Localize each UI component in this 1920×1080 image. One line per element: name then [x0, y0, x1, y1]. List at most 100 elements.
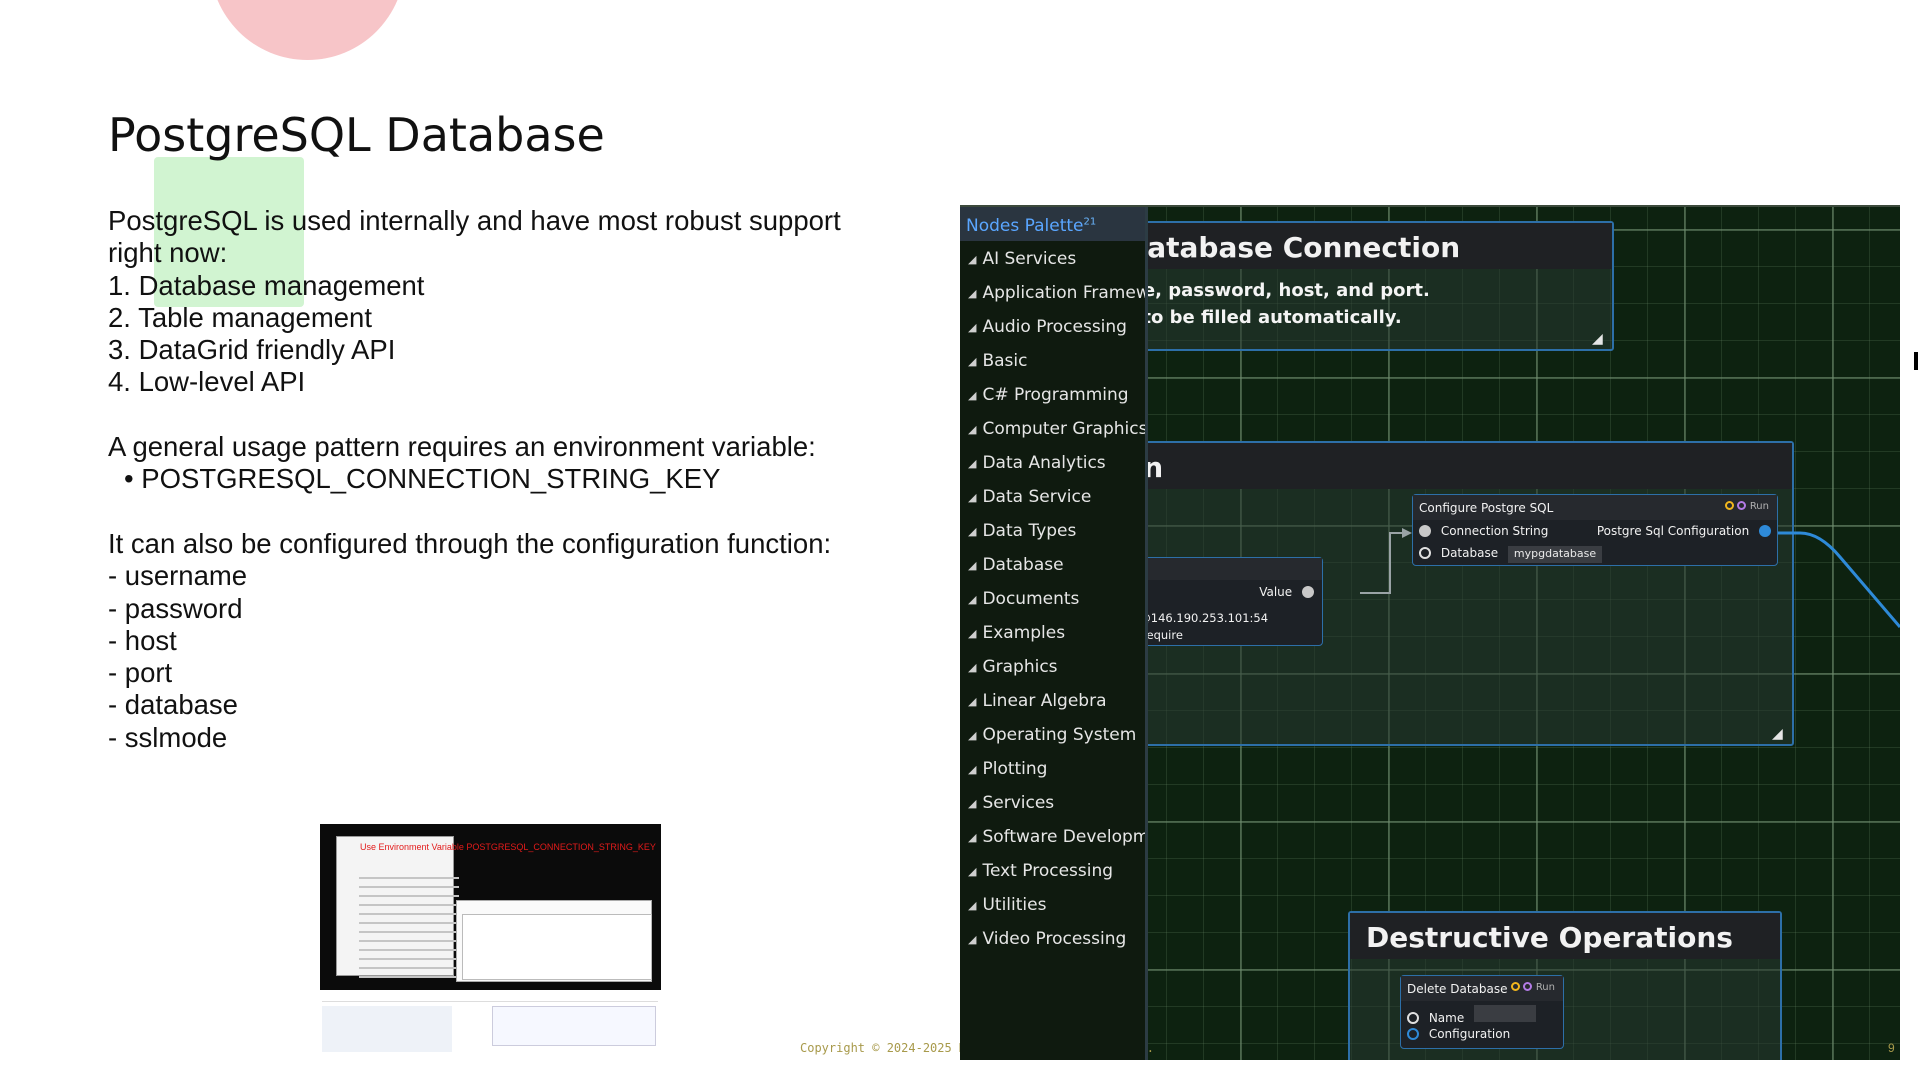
- thumbnail-screenshot: Use Environment Variable POSTGRESQL_CONN…: [320, 824, 661, 1056]
- expand-triangle-icon[interactable]: ◢: [968, 491, 976, 504]
- env-intro: A general usage pattern requires an envi…: [108, 431, 816, 463]
- expand-triangle-icon[interactable]: ◢: [968, 559, 976, 572]
- run-label: Run: [1535, 982, 1555, 993]
- palette-item-label: Examples: [982, 623, 1066, 643]
- palette-item-label: Video Processing: [982, 929, 1127, 949]
- expand-triangle-icon[interactable]: ◢: [968, 593, 976, 606]
- expand-triangle-icon[interactable]: ◢: [968, 763, 976, 776]
- expand-triangle-icon[interactable]: ◢: [968, 321, 976, 334]
- output-port-icon[interactable]: [1302, 586, 1314, 598]
- input-port-icon[interactable]: [1407, 1028, 1419, 1040]
- node-title: Configure Postgre SQL: [1419, 501, 1554, 515]
- expand-triangle-icon[interactable]: ◢: [968, 457, 976, 470]
- exec-in-port-icon[interactable]: [1510, 982, 1520, 991]
- name-field[interactable]: [1474, 1005, 1537, 1022]
- config-intro: It can also be configured through the co…: [108, 527, 832, 559]
- palette-item-label: Linear Algebra: [982, 691, 1107, 711]
- palette-item-database[interactable]: ◢ Database: [960, 547, 1145, 581]
- node-configure-postgre-sql[interactable]: Configure Postgre SQL Run Connection Str…: [1412, 494, 1778, 566]
- palette-item-label: AI Services: [982, 249, 1077, 269]
- output-port-icon[interactable]: [1759, 525, 1771, 537]
- palette-item-data-types[interactable]: ◢ Data Types: [960, 513, 1145, 547]
- thumbnail-dialog-inner: [462, 914, 652, 980]
- expand-triangle-icon[interactable]: ◢: [968, 253, 976, 266]
- connection-wire: [1360, 532, 1408, 594]
- palette-item-utilities[interactable]: ◢ Utilities: [960, 887, 1145, 921]
- node-header: Delete Database Run: [1401, 976, 1563, 1001]
- body-line: PostgreSQL is used internally and have m…: [108, 205, 841, 236]
- node-header: Configure Postgre SQL Run: [1413, 495, 1777, 520]
- palette-item-label: Data Service: [982, 487, 1092, 507]
- config-item: - database: [108, 689, 238, 721]
- palette-item-label: Computer Graphics: [982, 419, 1145, 439]
- node-title: Delete Database: [1407, 982, 1508, 996]
- env-bullet: • POSTGRESQL_CONNECTION_STRING_KEY: [124, 463, 721, 495]
- exec-out-port-icon[interactable]: [1522, 982, 1532, 991]
- expand-triangle-icon[interactable]: ◢: [968, 831, 976, 844]
- config-item: - username: [108, 560, 248, 592]
- edge-mark: [1914, 352, 1918, 370]
- palette-item-data-analytics[interactable]: ◢ Data Analytics: [960, 445, 1145, 479]
- palette-item-text-processing[interactable]: ◢ Text Processing: [960, 853, 1145, 887]
- palette-item-services[interactable]: ◢ Services: [960, 785, 1145, 819]
- expand-triangle-icon[interactable]: ◢: [968, 287, 976, 300]
- palette-item-csharp-programming[interactable]: ◢ C# Programming: [960, 377, 1145, 411]
- input-port-icon[interactable]: [1419, 525, 1431, 537]
- input-port-icon[interactable]: [1419, 547, 1431, 559]
- exec-out-port-icon[interactable]: [1736, 501, 1746, 510]
- palette-item-software-development[interactable]: ◢ Software Development: [960, 819, 1145, 853]
- config-item: - sslmode: [108, 721, 228, 753]
- palette-item-application-framework[interactable]: ◢ Application Framework: [960, 275, 1145, 309]
- expand-triangle-icon[interactable]: ◢: [968, 865, 976, 878]
- palette-item-label: C# Programming: [982, 385, 1129, 405]
- thumbnail-window: [336, 836, 459, 978]
- expand-triangle-icon[interactable]: ◢: [968, 627, 976, 640]
- palette-item-operating-system[interactable]: ◢ Operating System: [960, 717, 1145, 751]
- palette-item-ai-services[interactable]: ◢ AI Services: [960, 241, 1145, 275]
- thumbnail-panel: [322, 1006, 452, 1052]
- palette-item-computer-graphics[interactable]: ◢ Computer Graphics: [960, 411, 1145, 445]
- expand-triangle-icon[interactable]: ◢: [968, 389, 976, 402]
- palette-item-label: Data Analytics: [982, 453, 1106, 473]
- expand-triangle-icon[interactable]: ◢: [968, 729, 976, 742]
- nodes-palette: Nodes Palette21 ◢ AI Services ◢ Applicatio…: [960, 207, 1148, 1060]
- palette-item-examples[interactable]: ◢ Examples: [960, 615, 1145, 649]
- expand-triangle-icon[interactable]: ◢: [968, 797, 976, 810]
- palette-item-basic[interactable]: ◢ Basic: [960, 343, 1145, 377]
- input-row-connection-string: Connection String Postgre Sql Configurat…: [1413, 520, 1777, 542]
- palette-item-linear-algebra[interactable]: ◢ Linear Algebra: [960, 683, 1145, 717]
- palette-item-video-processing[interactable]: ◢ Video Processing: [960, 921, 1145, 955]
- expand-triangle-icon[interactable]: ◢: [968, 661, 976, 674]
- run-label: Run: [1749, 501, 1769, 512]
- palette-item-label: Text Processing: [982, 861, 1114, 881]
- wire-arrow: [1402, 528, 1412, 538]
- exec-in-port-icon[interactable]: [1724, 501, 1734, 510]
- expand-triangle-icon[interactable]: ◢: [968, 423, 976, 436]
- expand-triangle-icon[interactable]: ◢: [968, 695, 976, 708]
- node-delete-database[interactable]: Delete Database Run Name Configuration: [1400, 975, 1564, 1049]
- feature-item: 4. Low-level API: [108, 366, 306, 398]
- palette-item-label: Application Framework: [982, 283, 1145, 303]
- palette-item-label: Software Development: [982, 827, 1145, 847]
- slide-body: PostgreSQL is used internally and have m…: [108, 205, 908, 754]
- feature-item: 3. DataGrid friendly API: [108, 334, 396, 366]
- palette-item-label: Utilities: [982, 895, 1047, 915]
- palette-item-audio-processing[interactable]: ◢ Audio Processing: [960, 309, 1145, 343]
- palette-item-graphics[interactable]: ◢ Graphics: [960, 649, 1145, 683]
- config-item: - host: [108, 624, 177, 656]
- expand-triangle-icon[interactable]: ◢: [968, 525, 976, 538]
- feature-item: 2. Table management: [108, 301, 372, 333]
- expand-triangle-icon[interactable]: ◢: [968, 899, 976, 912]
- palette-item-data-service[interactable]: ◢ Data Service: [960, 479, 1145, 513]
- palette-item-documents[interactable]: ◢ Documents: [960, 581, 1145, 615]
- palette-item-label: Data Types: [982, 521, 1077, 541]
- palette-item-plotting[interactable]: ◢ Plotting: [960, 751, 1145, 785]
- value-output: Value: [1259, 585, 1314, 599]
- palette-title-label: Nodes Palette: [966, 216, 1084, 236]
- output-label: Postgre Sql Configuration: [1596, 524, 1750, 538]
- expand-triangle-icon[interactable]: ◢: [968, 933, 976, 946]
- expand-triangle-icon[interactable]: ◢: [968, 355, 976, 368]
- database-field[interactable]: mypgdatabase: [1507, 546, 1603, 563]
- config-item: - port: [108, 657, 173, 689]
